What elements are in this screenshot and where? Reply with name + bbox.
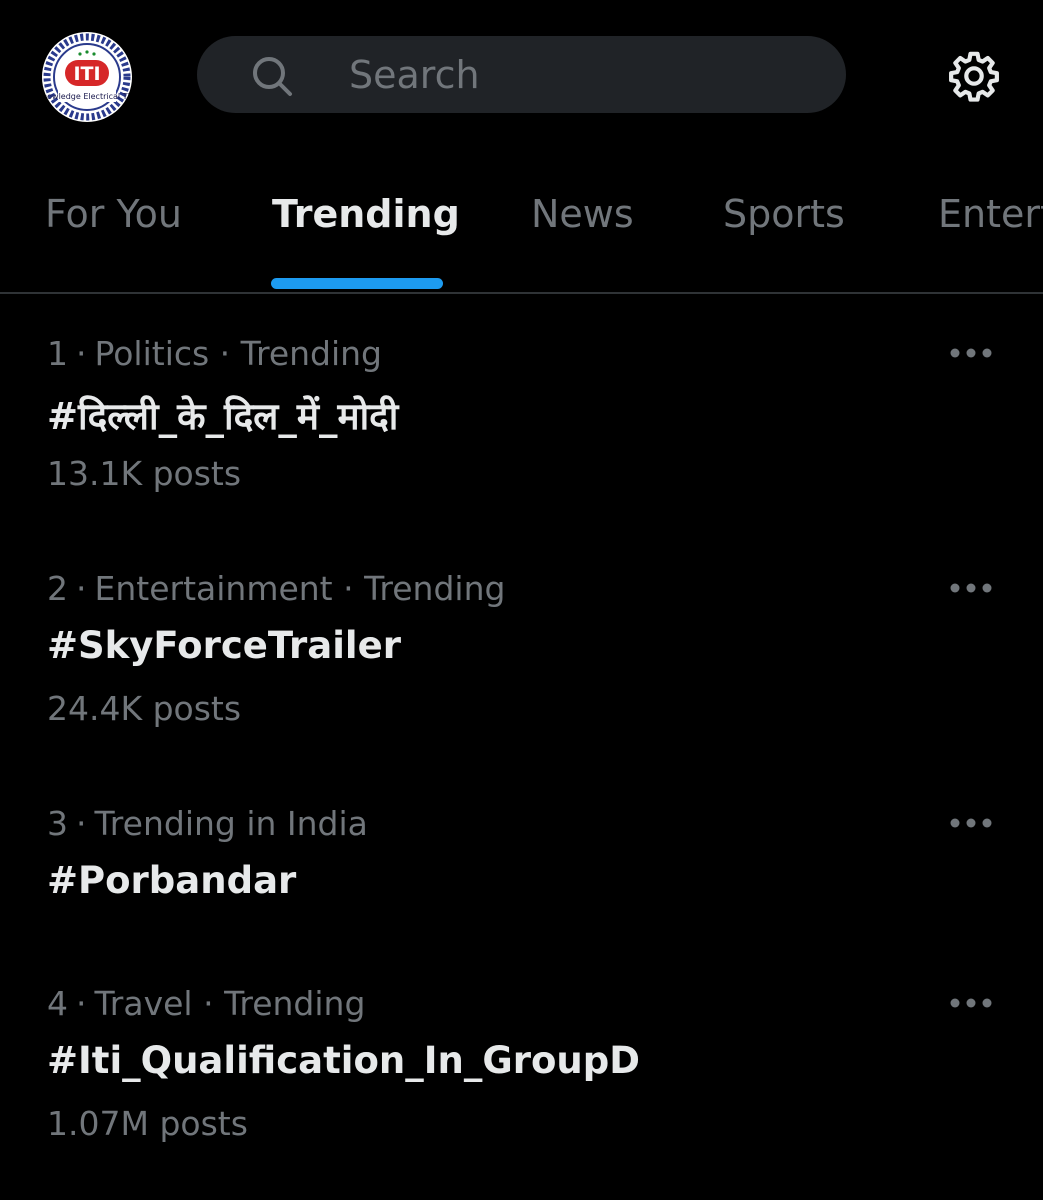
trend-meta: 4 · Travel · Trending	[47, 984, 366, 1023]
more-icon	[950, 998, 992, 1008]
tab-entertainment[interactable]: Entert	[938, 192, 1043, 236]
more-icon	[950, 818, 992, 828]
trend-post-count: 13.1K posts	[47, 454, 242, 493]
iti-logo: VK Knowledge Electrical Theory ITI	[42, 33, 132, 121]
trend-hashtag: #Iti_Qualification_In_GroupD	[47, 1039, 640, 1082]
search-icon	[253, 57, 292, 96]
trend-rank: 3	[47, 804, 68, 843]
trend-item-1[interactable]: 1 · Politics · Trending #दिल्ली_के_दिल_में…	[0, 334, 1043, 504]
trend-rank: 1	[47, 334, 68, 373]
logo-bottom-text: VK Knowledge Electrical Theory	[42, 92, 132, 101]
trend-meta: 3 · Trending in India	[47, 804, 368, 843]
logo-text: ITI	[73, 63, 100, 85]
search-input[interactable]	[349, 36, 809, 113]
more-options-button[interactable]	[942, 573, 1000, 603]
tab-bar: For You Trending News Sports Entert	[0, 150, 1043, 293]
tab-trending[interactable]: Trending	[272, 192, 460, 236]
trend-rank: 2	[47, 569, 68, 608]
more-icon	[950, 348, 992, 358]
trend-item-2[interactable]: 2 · Entertainment · Trending #SkyForceTrai…	[0, 569, 1043, 739]
more-options-button[interactable]	[942, 338, 1000, 368]
trend-hashtag: #Porbandar	[47, 859, 297, 902]
avatar[interactable]: VK Knowledge Electrical Theory ITI	[42, 32, 132, 122]
tab-news[interactable]: News	[531, 192, 634, 236]
trend-context: Politics · Trending	[94, 334, 383, 373]
gear-icon[interactable]	[946, 48, 1002, 104]
trend-item-3[interactable]: 3 · Trending in India #Porbandar	[0, 804, 1043, 914]
trend-hashtag: #दिल्ली_के_दिल_में_मोदी	[47, 395, 399, 438]
trend-rank: 4	[47, 984, 68, 1023]
trend-hashtag: #SkyForceTrailer	[47, 624, 401, 667]
tab-sports[interactable]: Sports	[723, 192, 845, 236]
trend-meta: 2 · Entertainment · Trending	[47, 569, 506, 608]
more-options-button[interactable]	[942, 988, 1000, 1018]
more-options-button[interactable]	[942, 808, 1000, 838]
top-bar: VK Knowledge Electrical Theory ITI	[0, 0, 1043, 150]
search-bar[interactable]	[197, 36, 846, 113]
trend-context: Entertainment · Trending	[94, 569, 506, 608]
trend-item-4[interactable]: 4 · Travel · Trending #Iti_Qualification_I…	[0, 984, 1043, 1154]
more-icon	[950, 583, 992, 593]
tab-for-you[interactable]: For You	[45, 192, 182, 236]
trend-meta: 1 · Politics · Trending	[47, 334, 383, 373]
divider	[0, 292, 1043, 294]
trend-post-count: 1.07M posts	[47, 1104, 248, 1143]
trend-post-count: 24.4K posts	[47, 689, 242, 728]
trend-context: Trending in India	[94, 804, 368, 843]
active-tab-indicator	[271, 278, 443, 289]
trend-context: Travel · Trending	[94, 984, 366, 1023]
